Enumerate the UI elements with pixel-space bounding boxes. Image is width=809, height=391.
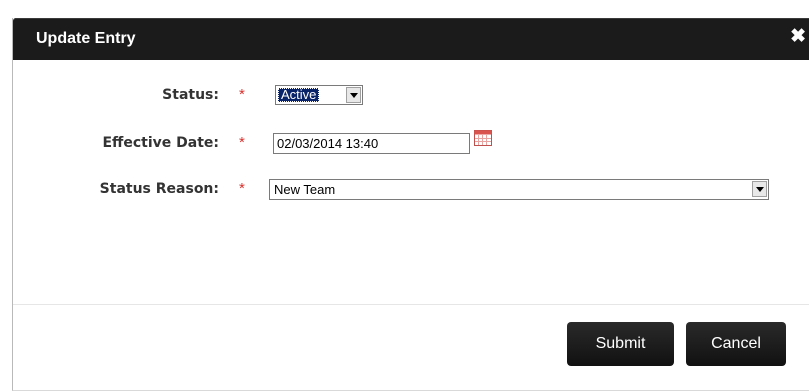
effective-date-label: Effective Date: [102, 135, 219, 151]
effective-date-input[interactable]: 02/03/2014 13:40 [273, 133, 470, 154]
status-select[interactable]: Active [275, 85, 363, 105]
status-label: Status: [162, 87, 219, 103]
chevron-down-icon[interactable] [752, 181, 767, 197]
calendar-icon[interactable] [474, 130, 492, 146]
close-icon[interactable]: ✖ [790, 27, 806, 46]
status-reason-label: Status Reason: [99, 181, 219, 197]
status-required-marker: * [239, 86, 245, 103]
dialog-title: Update Entry [36, 30, 136, 47]
status-reason-select[interactable]: New Team [269, 179, 769, 200]
dialog-titlebar[interactable]: Update Entry ✖ [13, 18, 809, 60]
status-reason-required-marker: * [239, 180, 245, 197]
effective-date-row: Effective Date: * 02/03/2014 13:40 [13, 130, 809, 156]
cancel-button[interactable]: Cancel [686, 322, 786, 366]
footer-divider [13, 304, 809, 305]
status-row: Status: * Active [13, 84, 809, 110]
chevron-down-icon[interactable] [346, 87, 361, 103]
status-reason-row: Status Reason: * New Team [13, 176, 809, 202]
status-reason-selected-value: New Team [274, 182, 336, 197]
submit-button[interactable]: Submit [567, 322, 674, 366]
status-selected-value: Active [278, 88, 320, 102]
effective-date-required-marker: * [239, 134, 245, 151]
update-entry-dialog: Update Entry ✖ Status: * Active Effectiv… [12, 18, 809, 391]
